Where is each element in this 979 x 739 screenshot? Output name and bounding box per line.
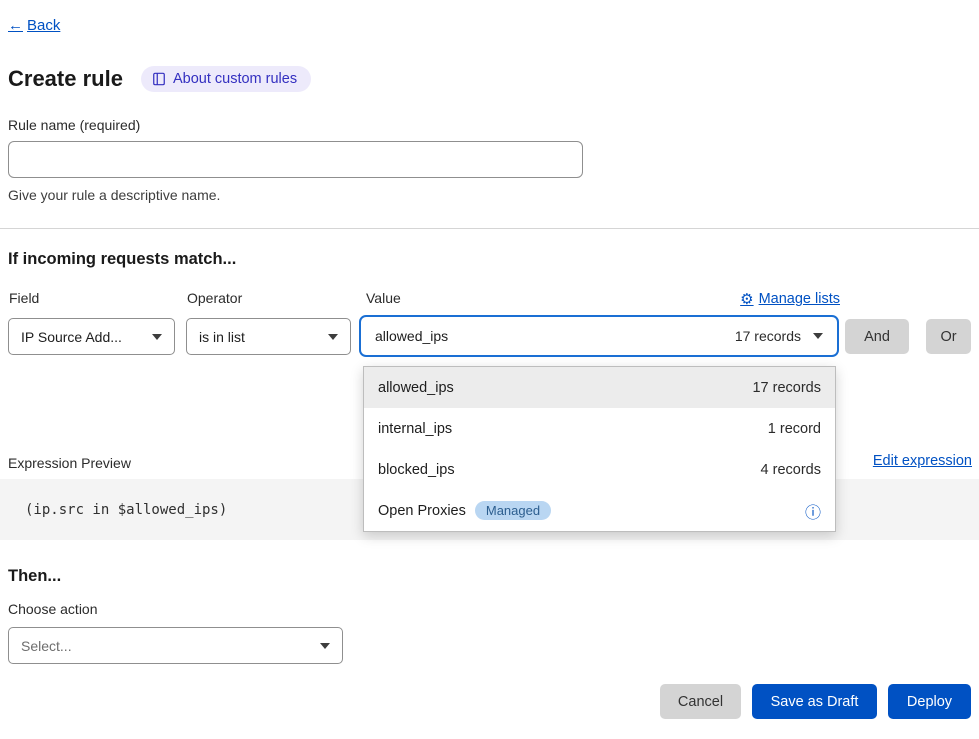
list-option-label: Open Proxies bbox=[378, 503, 466, 519]
back-link-label: Back bbox=[27, 17, 60, 34]
managed-badge: Managed bbox=[475, 501, 551, 520]
left-arrow-icon: ← bbox=[8, 17, 23, 34]
expression-code: (ip.src in $allowed_ips) bbox=[25, 502, 227, 518]
page-header: Create rule About custom rules bbox=[8, 66, 311, 92]
back-link[interactable]: ← Back bbox=[8, 17, 60, 34]
rule-name-label: Rule name (required) bbox=[8, 117, 140, 133]
field-column-label: Field bbox=[9, 290, 39, 306]
value-select-value: allowed_ips bbox=[375, 328, 448, 344]
list-option-blocked-ips[interactable]: blocked_ips 4 records bbox=[364, 449, 835, 490]
operator-select[interactable]: is in list bbox=[186, 318, 351, 355]
list-option-internal-ips[interactable]: internal_ips 1 record bbox=[364, 408, 835, 449]
value-select-records: 17 records bbox=[735, 328, 801, 344]
or-button[interactable]: Or bbox=[926, 319, 971, 354]
about-custom-rules-badge[interactable]: About custom rules bbox=[141, 66, 311, 92]
expression-preview-label: Expression Preview bbox=[8, 455, 131, 471]
section-divider bbox=[0, 228, 979, 229]
list-option-allowed-ips[interactable]: allowed_ips 17 records bbox=[364, 367, 835, 408]
deploy-button[interactable]: Deploy bbox=[888, 684, 971, 719]
value-select[interactable]: allowed_ips 17 records bbox=[359, 315, 839, 357]
page-title: Create rule bbox=[8, 66, 123, 92]
operator-select-value: is in list bbox=[199, 329, 245, 345]
chevron-down-icon bbox=[320, 643, 330, 649]
and-button[interactable]: And bbox=[845, 319, 909, 354]
manage-lists-label: Manage lists bbox=[759, 291, 840, 307]
gear-icon: ⚙ bbox=[740, 290, 753, 308]
value-list-dropdown: allowed_ips 17 records internal_ips 1 re… bbox=[363, 366, 836, 532]
book-icon bbox=[152, 72, 166, 86]
list-option-meta: 17 records bbox=[752, 380, 821, 396]
list-option-label: internal_ips bbox=[378, 421, 452, 437]
field-select-value: IP Source Add... bbox=[21, 329, 122, 345]
save-as-draft-button[interactable]: Save as Draft bbox=[752, 684, 877, 719]
rule-name-input[interactable] bbox=[8, 141, 583, 178]
match-section-title: If incoming requests match... bbox=[8, 250, 236, 269]
choose-action-label: Choose action bbox=[8, 601, 98, 617]
list-option-open-proxies[interactable]: Open Proxies Managed ⓘ bbox=[364, 490, 835, 531]
create-rule-page: ← Back Create rule About custom rules Ru… bbox=[0, 0, 979, 739]
field-select[interactable]: IP Source Add... bbox=[8, 318, 175, 355]
action-select-placeholder: Select... bbox=[21, 638, 72, 654]
manage-lists-link[interactable]: ⚙ Manage lists bbox=[740, 290, 840, 308]
action-select[interactable]: Select... bbox=[8, 627, 343, 664]
about-badge-label: About custom rules bbox=[173, 71, 297, 87]
list-option-meta: 1 record bbox=[768, 421, 821, 437]
chevron-down-icon bbox=[328, 334, 338, 340]
list-option-label: allowed_ips bbox=[378, 380, 454, 396]
edit-expression-link[interactable]: Edit expression bbox=[873, 453, 972, 469]
list-option-meta: 4 records bbox=[761, 462, 821, 478]
cancel-button[interactable]: Cancel bbox=[660, 684, 741, 719]
chevron-down-icon bbox=[813, 333, 823, 339]
operator-column-label: Operator bbox=[187, 290, 242, 306]
list-option-label: blocked_ips bbox=[378, 462, 455, 478]
value-column-label: Value bbox=[366, 290, 401, 306]
chevron-down-icon bbox=[152, 334, 162, 340]
info-icon[interactable]: ⓘ bbox=[805, 499, 821, 523]
rule-name-helper-text: Give your rule a descriptive name. bbox=[8, 187, 220, 203]
then-section-title: Then... bbox=[8, 567, 61, 586]
